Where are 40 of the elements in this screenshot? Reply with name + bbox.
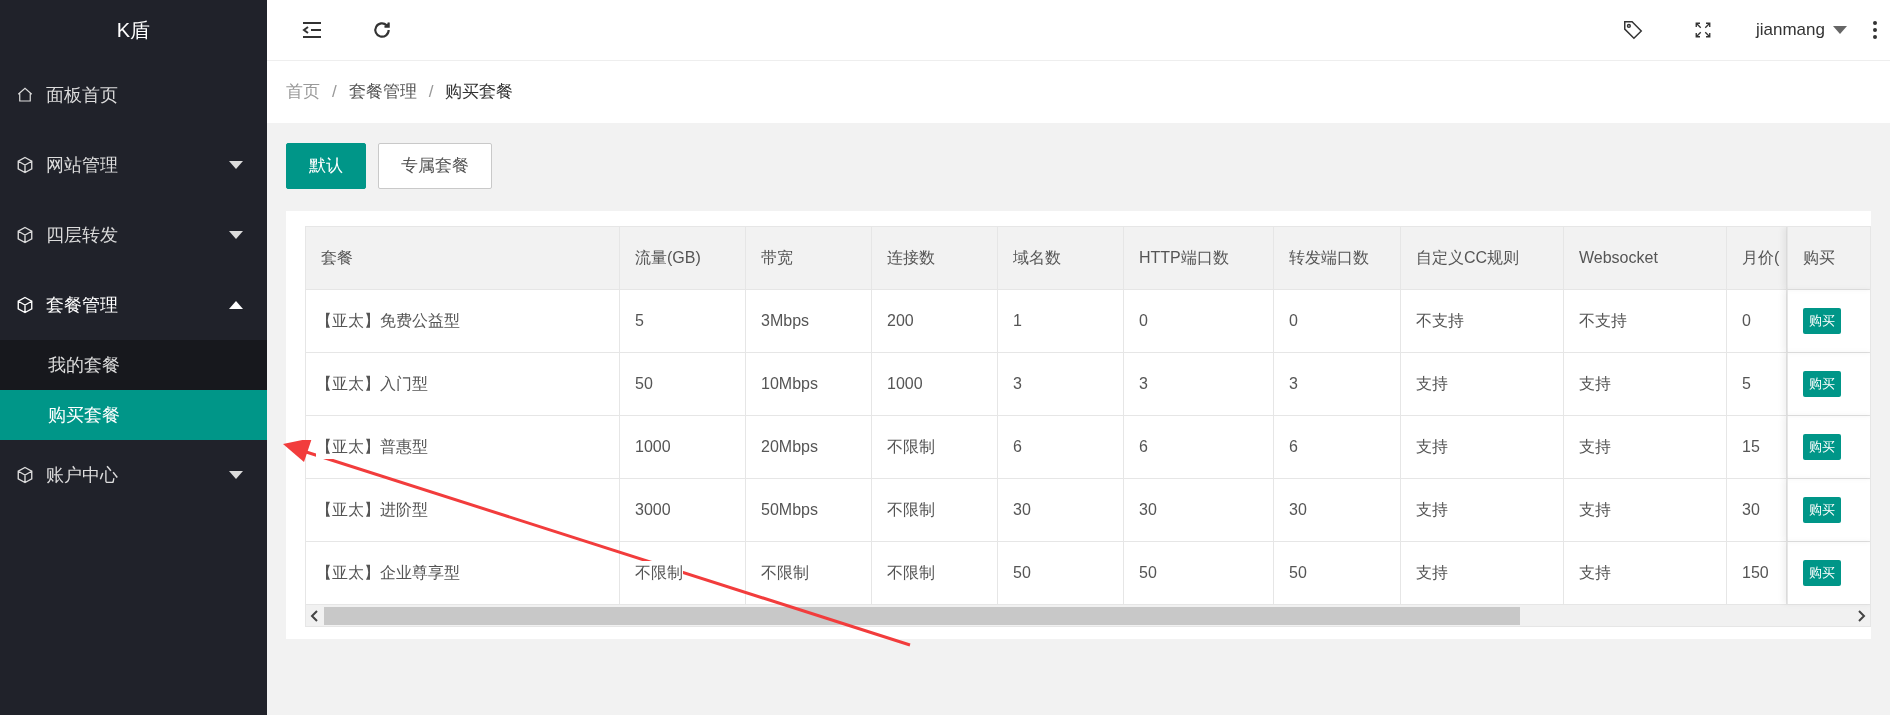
buy-button[interactable]: 购买 <box>1803 560 1841 586</box>
caret-down-icon <box>229 231 243 239</box>
breadcrumb-current: 购买套餐 <box>445 81 514 104</box>
scroll-right-icon[interactable] <box>1856 609 1866 622</box>
cube-icon <box>16 296 34 314</box>
breadcrumb-separator: / <box>332 81 337 104</box>
table-cell: 150 <box>1727 542 1787 604</box>
horizontal-scrollbar[interactable] <box>306 604 1870 626</box>
tab-button[interactable]: 默认 <box>286 143 366 189</box>
buy-button[interactable]: 购买 <box>1803 497 1841 523</box>
buy-button[interactable]: 购买 <box>1803 371 1841 397</box>
caret-down-icon <box>229 471 243 479</box>
submenu-item[interactable]: 购买套餐 <box>0 390 267 440</box>
logo: K盾 <box>116 18 151 43</box>
fullscreen-icon[interactable] <box>1694 21 1712 39</box>
tab-button[interactable]: 专属套餐 <box>378 143 492 189</box>
cube-icon <box>16 226 34 244</box>
cube-icon <box>16 156 34 174</box>
sidebar-item[interactable]: 面板首页 <box>0 60 267 130</box>
cube-icon <box>16 466 34 484</box>
tag-icon[interactable] <box>1622 19 1644 41</box>
sidebar-item[interactable]: 四层转发 <box>0 200 267 270</box>
scroll-left-icon[interactable] <box>310 609 320 622</box>
scrollbar-thumb[interactable] <box>324 606 1520 625</box>
buy-button[interactable]: 购买 <box>1803 308 1841 334</box>
breadcrumb-link[interactable]: 套餐管理 <box>348 79 417 105</box>
caret-down-icon <box>1833 26 1847 34</box>
breadcrumb-separator: / <box>428 81 434 104</box>
sidebar-item[interactable]: 账户中心 <box>0 440 267 510</box>
caret-down-icon <box>229 161 243 169</box>
menu-collapse-icon[interactable] <box>302 21 322 39</box>
buy-button[interactable]: 购买 <box>1803 434 1841 460</box>
home-icon <box>16 86 34 104</box>
sidebar-item[interactable]: 套餐管理 <box>0 270 267 340</box>
submenu-item[interactable]: 我的套餐 <box>0 340 267 390</box>
user-menu[interactable]: jianmang <box>1756 17 1847 43</box>
caret-up-icon <box>229 301 243 309</box>
more-icon[interactable] <box>1873 21 1877 39</box>
refresh-icon[interactable] <box>372 20 392 40</box>
sidebar-item[interactable]: 网站管理 <box>0 130 267 200</box>
